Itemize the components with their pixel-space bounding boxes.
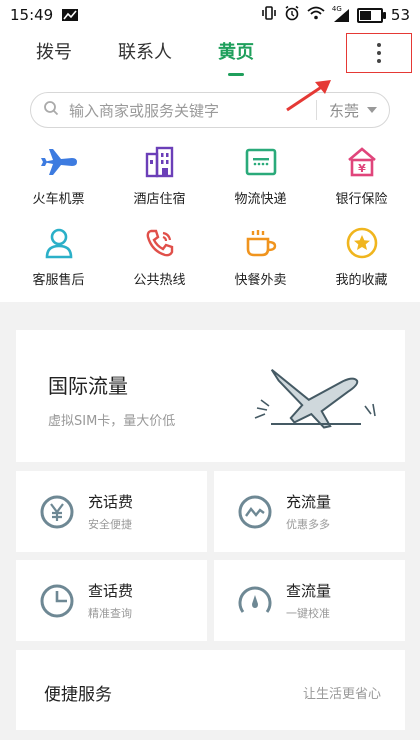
- building-icon: [138, 140, 182, 184]
- category-logistics[interactable]: 物流快递: [210, 140, 311, 207]
- bank-icon: ¥: [340, 140, 384, 184]
- service-title: 查流量: [286, 582, 332, 600]
- annotation-arrow-icon: [286, 80, 331, 112]
- status-time: 15:49: [10, 6, 54, 24]
- person-icon: [37, 221, 81, 265]
- service-title: 充流量: [286, 493, 332, 511]
- pie-icon: [38, 582, 76, 620]
- service-subtitle: 精准查询: [88, 607, 132, 620]
- svg-text:¥: ¥: [358, 162, 366, 175]
- category-grid: 火车机票 酒店住宿 物流快递 ¥ 银行保险 客服售后 公共热线 快餐外卖 我的收…: [0, 134, 420, 302]
- category-label: 火车机票: [32, 192, 85, 207]
- network-type-label: 4G: [331, 5, 342, 13]
- service-check-credit[interactable]: 查话费 精准查询: [16, 560, 207, 641]
- caret-down-icon[interactable]: [367, 107, 377, 113]
- category-bank[interactable]: ¥ 银行保险: [311, 140, 412, 207]
- yen-icon: [38, 493, 76, 531]
- category-takeout[interactable]: 快餐外卖: [210, 221, 311, 288]
- category-label: 酒店住宿: [133, 192, 186, 207]
- battery-indicator: 53: [356, 6, 410, 24]
- category-label: 公共热线: [133, 273, 186, 288]
- promo-subtitle: 虚拟SIM卡，量大价低: [48, 414, 176, 429]
- promo-card-international-data[interactable]: 国际流量 虚拟SIM卡，量大价低: [16, 330, 405, 462]
- tab-dialer[interactable]: 拨号: [36, 38, 72, 68]
- phone-icon: [138, 221, 182, 265]
- tab-contacts[interactable]: 联系人: [118, 38, 172, 68]
- service-subtitle: 一键校准: [286, 607, 330, 620]
- more-menu-button[interactable]: [346, 33, 412, 73]
- category-label: 银行保险: [335, 192, 388, 207]
- category-hotline[interactable]: 公共热线: [109, 221, 210, 288]
- tab-bar: 拨号 联系人 黄页: [0, 30, 420, 76]
- service-subtitle: 优惠多多: [286, 518, 330, 531]
- category-label: 快餐外卖: [234, 273, 287, 288]
- category-favorites[interactable]: 我的收藏: [311, 221, 412, 288]
- battery-icon: [356, 7, 386, 23]
- quick-services-subtitle: 让生活更省心: [302, 687, 381, 702]
- category-hotel[interactable]: 酒店住宿: [109, 140, 210, 207]
- service-recharge-credit[interactable]: 充话费 安全便捷: [16, 471, 207, 552]
- service-check-data[interactable]: 查流量 一键校准: [214, 560, 405, 641]
- category-label: 物流快递: [234, 192, 287, 207]
- service-recharge-data[interactable]: 充流量 优惠多多: [214, 471, 405, 552]
- search-bar[interactable]: 输入商家或服务关键字 东莞: [30, 92, 390, 128]
- parcel-icon: [239, 140, 283, 184]
- star-icon: [340, 221, 384, 265]
- service-subtitle: 安全便捷: [88, 518, 132, 531]
- wifi-icon: [307, 6, 325, 24]
- cup-icon: [239, 221, 283, 265]
- quick-services-title: 便捷服务: [44, 685, 112, 705]
- search-row: 输入商家或服务关键字 东莞: [0, 76, 420, 134]
- signal-icon: 4G: [331, 5, 350, 22]
- service-title: 查话费: [88, 582, 134, 600]
- category-label: 我的收藏: [335, 273, 388, 288]
- battery-level: 53: [390, 6, 410, 24]
- more-vertical-icon: [377, 43, 381, 63]
- status-bar: 15:49 4G 53: [0, 0, 420, 30]
- service-title: 充话费: [88, 493, 134, 511]
- search-icon: [43, 100, 59, 120]
- tab-yellow-pages[interactable]: 黄页: [218, 38, 254, 68]
- category-label: 客服售后: [32, 273, 85, 288]
- category-train-flight[interactable]: 火车机票: [8, 140, 109, 207]
- promo-title: 国际流量: [48, 374, 128, 398]
- plane-icon: [37, 140, 81, 184]
- gauge-icon: [236, 582, 274, 620]
- quick-services-section[interactable]: 便捷服务 让生活更省心: [16, 650, 405, 730]
- category-customer-service[interactable]: 客服售后: [8, 221, 109, 288]
- alarm-icon: [284, 5, 300, 25]
- wave-icon: [236, 493, 274, 531]
- search-input[interactable]: 输入商家或服务关键字: [69, 100, 316, 121]
- airplane-illustration-icon: [251, 358, 381, 436]
- notification-icon: [61, 8, 79, 22]
- vibrate-icon: [261, 5, 277, 25]
